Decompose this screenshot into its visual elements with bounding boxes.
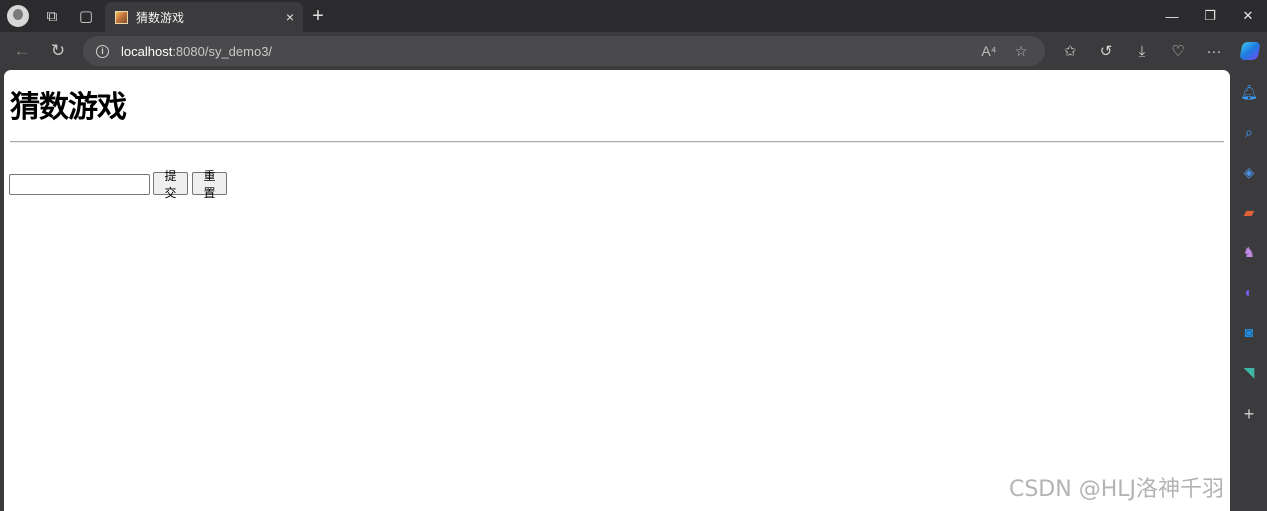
- bell-icon[interactable]: 🔔︎: [1239, 82, 1259, 102]
- reset-button[interactable]: 重置: [192, 169, 227, 200]
- tab-favicon-icon: [115, 10, 128, 24]
- more-icon[interactable]: ···: [1196, 32, 1232, 70]
- minimize-button[interactable]: —: [1153, 0, 1191, 32]
- address-bar[interactable]: i localhost:8080/sy_demo3/ A⁴ ☆: [83, 36, 1045, 66]
- submit-button[interactable]: 提交: [153, 169, 188, 200]
- site-info-icon[interactable]: i: [96, 44, 109, 58]
- new-tab-button[interactable]: +: [306, 0, 330, 32]
- tab-actions-icon[interactable]: ▢: [69, 0, 103, 32]
- url-text[interactable]: localhost:8080/sy_demo3/: [121, 44, 272, 59]
- download-icon[interactable]: ⤓: [1124, 32, 1160, 70]
- browser-essentials-icon[interactable]: ♡: [1160, 32, 1196, 70]
- refresh-icon[interactable]: ↻: [40, 33, 76, 69]
- profile-avatar[interactable]: [7, 5, 29, 27]
- copilot-icon[interactable]: [1232, 32, 1267, 70]
- watermark: CSDN @HLJ洛神千羽: [1008, 477, 1224, 502]
- page-title: 猜数游戏: [10, 90, 127, 125]
- favorites-icon[interactable]: ✩: [1052, 32, 1088, 70]
- read-aloud-icon[interactable]: A⁴: [973, 43, 1005, 59]
- history-icon[interactable]: ↺: [1088, 32, 1124, 70]
- edge-sidebar: 🔔︎ ⌕ ◈ ▰ ♞ ◐ ◙ ◥ +: [1230, 70, 1267, 511]
- favorite-star-icon[interactable]: ☆: [1005, 43, 1037, 60]
- games-icon[interactable]: ♞: [1239, 242, 1259, 262]
- guess-input[interactable]: [9, 174, 150, 195]
- copilot-sidebar-icon[interactable]: ◐: [1239, 282, 1259, 302]
- browser-toolbar: ✩ ↺ ⤓ ♡ ···: [1052, 32, 1267, 70]
- close-window-button[interactable]: ✕: [1229, 0, 1267, 32]
- horizontal-rule: [10, 141, 1224, 143]
- add-icon[interactable]: +: [1239, 404, 1259, 424]
- page-viewport: 猜数游戏 提交 重置 CSDN @HLJ洛神千羽: [4, 70, 1230, 511]
- restore-button[interactable]: ❐: [1191, 0, 1229, 32]
- drop-icon[interactable]: ◥: [1239, 362, 1259, 382]
- window-controls: — ❐ ✕: [1153, 0, 1267, 32]
- toolbox-icon[interactable]: ▰: [1239, 202, 1259, 222]
- navigation-bar: ← ↻ i localhost:8080/sy_demo3/ A⁴ ☆ ✩ ↺ …: [0, 32, 1267, 70]
- tag-icon[interactable]: ◈: [1239, 162, 1259, 182]
- workspaces-icon[interactable]: ⧉: [35, 0, 69, 32]
- url-host: localhost: [121, 43, 173, 59]
- close-tab-icon[interactable]: ×: [277, 9, 303, 25]
- tab-title: 猜数游戏: [136, 10, 185, 25]
- outlook-icon[interactable]: ◙: [1239, 322, 1259, 342]
- back-icon[interactable]: ←: [4, 33, 40, 69]
- tab-strip: ⧉ ▢ 猜数游戏 × + — ❐ ✕: [0, 0, 1267, 32]
- search-icon[interactable]: ⌕: [1239, 122, 1259, 142]
- url-path: :8080/sy_demo3/: [172, 43, 273, 59]
- active-tab[interactable]: 猜数游戏 ×: [105, 2, 303, 32]
